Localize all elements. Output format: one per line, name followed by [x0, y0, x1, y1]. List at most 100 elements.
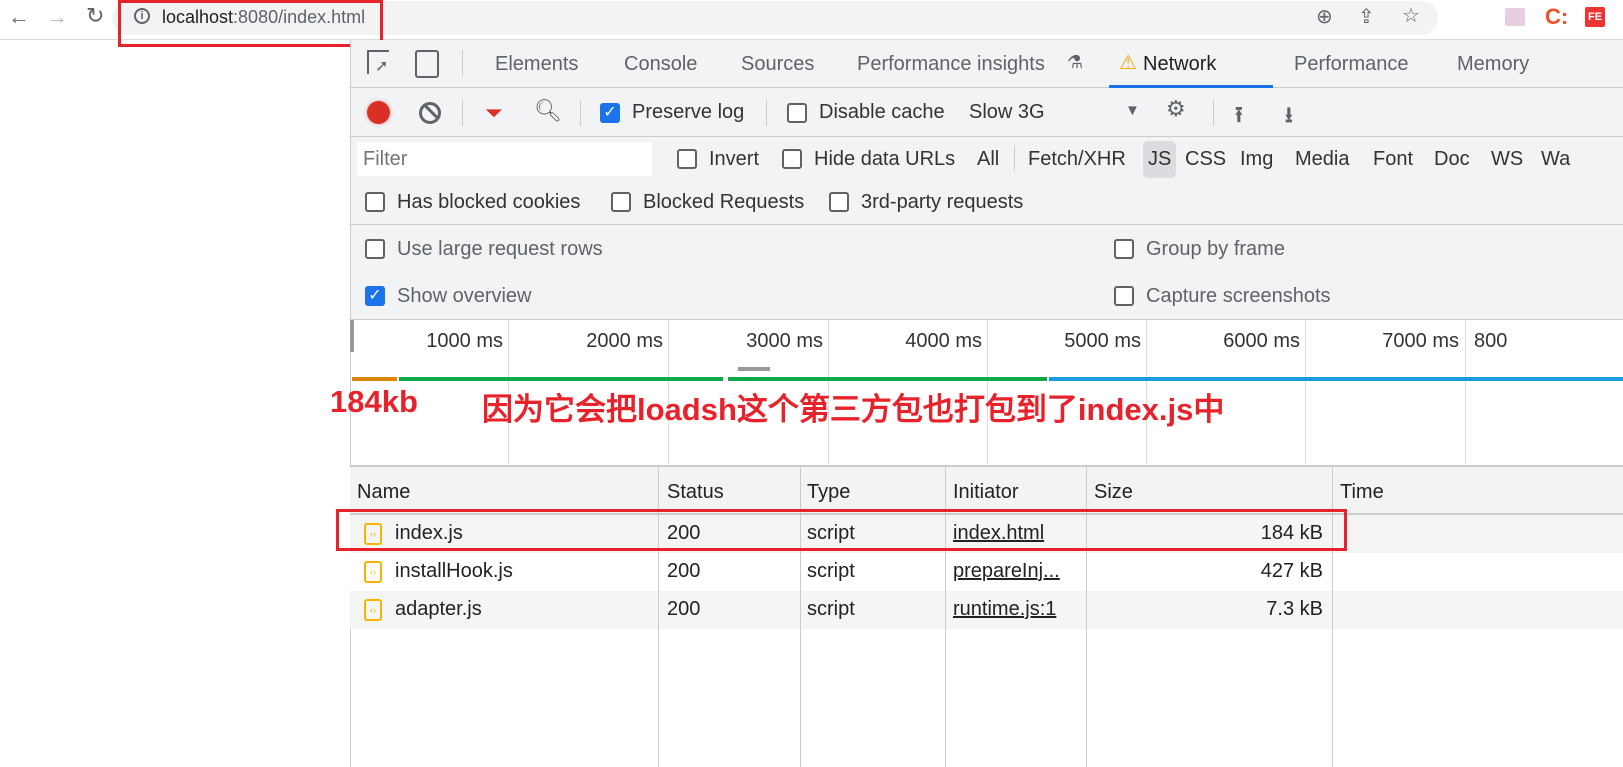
cell-size: 427 kB	[1260, 560, 1323, 582]
header-time[interactable]: Time	[1340, 481, 1384, 504]
forward-icon[interactable]: →	[46, 4, 68, 30]
cell-status: 200	[667, 560, 701, 582]
disable-cache-checkbox[interactable]	[787, 103, 807, 123]
script-file-icon: ‹›	[364, 561, 382, 583]
cell-size: 7.3 kB	[1266, 598, 1323, 620]
tick-label: 4000 ms	[905, 330, 982, 352]
type-font[interactable]: Font	[1373, 148, 1413, 171]
tab-memory[interactable]: Memory	[1457, 53, 1529, 76]
clear-icon[interactable]	[419, 102, 441, 124]
throttle-select[interactable]: Slow 3G	[969, 101, 1045, 124]
warning-icon: ⚠	[1119, 52, 1137, 74]
back-icon[interactable]: ←	[8, 4, 30, 30]
overview-bar-blue	[1049, 377, 1623, 381]
preserve-log-checkbox[interactable]: ✓	[600, 103, 620, 123]
capture-screenshots-checkbox[interactable]	[1114, 286, 1134, 306]
inspect-element-icon[interactable]: ➚	[367, 50, 389, 75]
header-size[interactable]: Size	[1094, 481, 1133, 504]
flask-icon: ⚗	[1067, 52, 1084, 72]
tick-label: 6000 ms	[1223, 330, 1300, 352]
group-by-frame-checkbox[interactable]	[1114, 239, 1134, 259]
hide-data-urls-label: Hide data URLs	[814, 148, 956, 170]
cell-type: script	[807, 560, 855, 582]
blocked-requests-label: Blocked Requests	[643, 191, 805, 213]
reload-icon[interactable]: ↻	[86, 3, 104, 29]
tick-label: 2000 ms	[586, 330, 663, 352]
tab-sources[interactable]: Sources	[741, 53, 814, 76]
table-row[interactable]: ‹› adapter.js 200 script runtime.js:1 7.…	[350, 591, 1623, 629]
extension-folder-icon[interactable]	[1505, 8, 1525, 26]
table-row[interactable]: ‹› installHook.js 200 script prepareInj.…	[350, 553, 1623, 591]
record-button[interactable]	[367, 101, 390, 124]
preserve-log-label: Preserve log	[632, 101, 745, 123]
type-media[interactable]: Media	[1295, 148, 1349, 171]
search-icon[interactable]: 🔍︎	[534, 98, 562, 124]
tab-elements[interactable]: Elements	[495, 53, 578, 76]
bookmark-star-icon[interactable]: ☆	[1402, 3, 1420, 28]
extension-c-icon[interactable]: C:	[1545, 4, 1568, 30]
third-party-checkbox[interactable]	[829, 192, 849, 212]
group-by-frame-label: Group by frame	[1146, 238, 1285, 260]
share-icon[interactable]: ⇪	[1358, 4, 1375, 29]
tick-label: 800	[1474, 330, 1508, 352]
type-doc[interactable]: Doc	[1434, 148, 1470, 171]
tab-performance-insights[interactable]: Performance insights	[857, 53, 1045, 76]
type-img[interactable]: Img	[1240, 148, 1273, 171]
type-js[interactable]: JS	[1143, 141, 1177, 178]
cell-type: script	[807, 598, 855, 620]
chevron-down-icon[interactable]: ▼	[1125, 102, 1140, 119]
third-party-label: 3rd-party requests	[861, 191, 1024, 213]
devtools-tabbar: ➚ Elements Console Sources Performance i…	[351, 40, 1623, 88]
tick-label: 1000 ms	[426, 330, 503, 352]
blocked-cookies-checkbox[interactable]	[365, 192, 385, 212]
settings-pane: Use large request rows Group by frame ✓ …	[351, 225, 1623, 320]
network-toolbar: ⏷ 🔍︎ ✓ Preserve log Disable cache Slow 3…	[351, 88, 1623, 137]
overview-bar-orange	[352, 377, 397, 381]
tick-label: 5000 ms	[1064, 330, 1141, 352]
header-initiator[interactable]: Initiator	[953, 481, 1019, 504]
annotation-note: 因为它会把loadsh这个第三方包也打包到了index.js中	[482, 392, 1225, 427]
annotation-size: 184kb	[330, 384, 418, 419]
tick-label: 7000 ms	[1382, 330, 1459, 352]
capture-screenshots-label: Capture screenshots	[1146, 285, 1331, 307]
tab-performance[interactable]: Performance	[1294, 53, 1409, 76]
export-har-icon[interactable]: ⭳	[1285, 98, 1293, 136]
blocked-cookies-label: Has blocked cookies	[397, 191, 581, 213]
tab-console[interactable]: Console	[624, 53, 697, 76]
import-har-icon[interactable]: ⭱	[1235, 98, 1243, 136]
url-highlight-box	[118, 0, 383, 47]
large-rows-label: Use large request rows	[397, 238, 603, 260]
cell-initiator-link[interactable]: prepareInj...	[953, 560, 1060, 583]
disable-cache-label: Disable cache	[819, 101, 945, 123]
filter-input[interactable]	[357, 142, 652, 176]
overview-bar-green	[728, 377, 1047, 381]
cell-name: adapter.js	[395, 598, 482, 620]
blocked-requests-checkbox[interactable]	[611, 192, 631, 212]
type-all[interactable]: All	[977, 148, 999, 171]
network-conditions-icon[interactable]: ⚙	[1166, 96, 1186, 122]
overview-marker	[738, 367, 770, 371]
header-name[interactable]: Name	[357, 481, 410, 504]
script-file-icon: ‹›	[364, 599, 382, 621]
large-rows-checkbox[interactable]	[365, 239, 385, 259]
zoom-icon[interactable]: ⊕	[1316, 4, 1333, 29]
cell-status: 200	[667, 598, 701, 620]
invert-checkbox[interactable]	[677, 149, 697, 169]
hide-data-urls-checkbox[interactable]	[782, 149, 802, 169]
cell-initiator-link[interactable]: runtime.js:1	[953, 598, 1056, 621]
device-toolbar-icon[interactable]	[415, 50, 439, 78]
filter-funnel-icon[interactable]: ⏷	[485, 100, 503, 126]
type-ws[interactable]: WS	[1491, 148, 1523, 171]
type-css[interactable]: CSS	[1185, 148, 1226, 171]
type-wasm[interactable]: Wa	[1541, 148, 1570, 171]
header-status[interactable]: Status	[667, 481, 724, 504]
header-type[interactable]: Type	[807, 481, 850, 504]
extension-fe-icon[interactable]: FE	[1585, 7, 1605, 27]
tab-network[interactable]: Network	[1143, 53, 1216, 76]
show-overview-label: Show overview	[397, 285, 532, 307]
type-fetch-xhr[interactable]: Fetch/XHR	[1028, 148, 1126, 171]
row-highlight-box	[336, 509, 1347, 551]
cell-name: installHook.js	[395, 560, 513, 582]
show-overview-checkbox[interactable]: ✓	[365, 286, 385, 306]
filter-bar: Invert Hide data URLs All Fetch/XHR JS C…	[351, 137, 1623, 225]
